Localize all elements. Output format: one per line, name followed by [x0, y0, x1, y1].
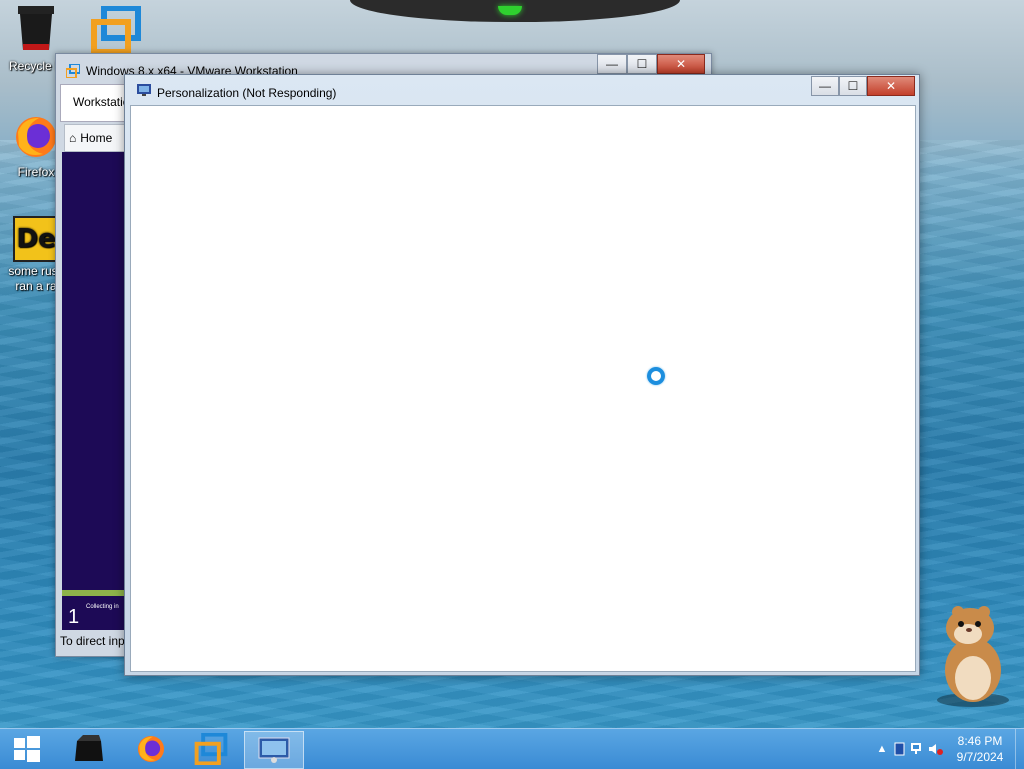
- tray-volume-muted-icon[interactable]: [927, 740, 945, 758]
- personalization-window-title: Personalization (Not Responding): [157, 86, 337, 100]
- black-box-icon: [75, 735, 103, 761]
- maximize-button[interactable]: ☐: [627, 54, 657, 74]
- maximize-button[interactable]: ☐: [839, 76, 867, 96]
- vm-status-text: To direct inp: [60, 634, 125, 648]
- setup-progress-bar: [62, 590, 126, 596]
- control-panel-icon: [258, 737, 290, 763]
- windows-start-icon: [14, 736, 40, 762]
- minimize-button[interactable]: —: [597, 54, 627, 74]
- clock-date: 9/7/2024: [956, 750, 1004, 764]
- home-icon: ⌂: [69, 131, 77, 145]
- taskbar-item-firefox[interactable]: [122, 731, 180, 767]
- tab-label: Workstatio: [73, 95, 130, 109]
- minimize-button[interactable]: —: [811, 76, 839, 96]
- home-label: Home: [80, 131, 113, 145]
- loading-spinner-icon: [647, 367, 665, 385]
- show-desktop-button[interactable]: [1015, 729, 1024, 769]
- taskbar-item-recycle-bin[interactable]: [60, 731, 118, 767]
- vmware-icon: [194, 733, 228, 765]
- vmware-title-icon: [65, 63, 81, 81]
- personalization-window[interactable]: Personalization (Not Responding) — ☐ ✕: [124, 74, 920, 676]
- setup-step-text: Collecting in: [86, 604, 119, 610]
- tray-flag-icon[interactable]: [891, 740, 909, 758]
- setup-step-number: 1: [68, 606, 80, 628]
- taskbar-item-personalization[interactable]: [244, 731, 304, 769]
- personalization-window-controls: — ☐ ✕: [811, 76, 915, 96]
- vmware-window-controls: — ☐ ✕: [597, 54, 705, 74]
- hamster-image[interactable]: [918, 600, 1018, 710]
- start-button[interactable]: [0, 731, 54, 767]
- firefox-icon: [137, 735, 165, 763]
- close-button[interactable]: ✕: [657, 54, 705, 74]
- vmware-icon[interactable]: [90, 5, 142, 57]
- taskbar-clock[interactable]: 8:46 PM 9/7/2024: [945, 733, 1015, 765]
- clock-time: 8:46 PM: [957, 734, 1003, 748]
- personalization-icon: [137, 84, 151, 96]
- tray-network-icon[interactable]: [909, 740, 927, 758]
- system-tray: ▲ 8:46 PM 9/7/2024: [873, 729, 1024, 769]
- taskbar: ▲ 8:46 PM 9/7/2024: [0, 728, 1024, 769]
- personalization-content[interactable]: [130, 105, 916, 672]
- tray-overflow-button[interactable]: ▲: [873, 740, 891, 758]
- close-button[interactable]: ✕: [867, 76, 915, 96]
- recycle-bin-icon: [0, 4, 72, 57]
- taskbar-item-vmware[interactable]: [182, 731, 240, 767]
- vm-guest-screen[interactable]: 1 Collecting in: [62, 152, 126, 630]
